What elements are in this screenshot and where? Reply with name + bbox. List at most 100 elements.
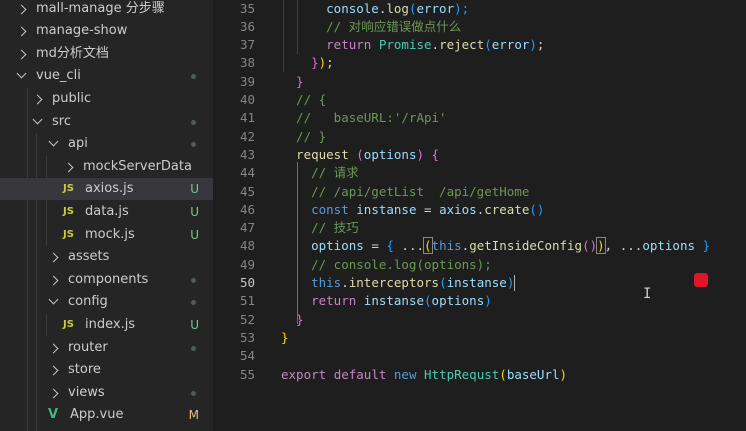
tree-item-label: assets [68, 249, 110, 265]
code-editor[interactable]: 35 36 37 38 39 40 41 42 43 44 45 46 47 48 49 50 51 52 53 54… [213, 0, 746, 431]
chevron-right-icon [48, 275, 59, 286]
code-line[interactable]: export default new HttpRequst(baseUrl) [281, 366, 567, 384]
code-line[interactable]: }); [281, 54, 334, 72]
code-token: ); [454, 0, 470, 16]
tree-folder-item[interactable]: src [0, 111, 213, 133]
tree-folder-item[interactable]: config [0, 291, 213, 313]
js-file-icon: JS [48, 427, 59, 431]
code-token: default [333, 366, 394, 382]
js-file-icon: JS [63, 318, 74, 330]
code-line[interactable]: this.interceptors(instanse) [281, 274, 514, 292]
untracked-badge: U [190, 317, 199, 332]
code-line[interactable]: } [281, 329, 289, 347]
tree-folder-item[interactable]: mockServerData [0, 156, 213, 178]
code-token: ) [506, 275, 515, 290]
code-line[interactable]: options = { ...(this.getInsideConfig()),… [281, 237, 710, 255]
chevron-right-icon [48, 365, 59, 376]
code-line[interactable]: // 请求 [281, 164, 359, 182]
code-token: = [416, 201, 440, 217]
code-line[interactable]: } [281, 73, 304, 91]
code-token: this [431, 238, 462, 254]
code-line[interactable]: return instanse(options) [281, 292, 492, 310]
code-token: ( [499, 366, 507, 382]
code-token: // 对响应错误做点什么 [281, 18, 462, 34]
tree-item-label: mockServerData [83, 158, 192, 174]
line-number: 43 [239, 146, 255, 162]
code-token: request [281, 146, 357, 162]
tree-folder-item[interactable]: public [0, 88, 213, 110]
chevron-right-icon [16, 49, 27, 60]
tree-item-label: api [68, 136, 88, 152]
tree-item-label: data.js [85, 203, 129, 219]
code-line[interactable]: // baseURL:'/rApi' [281, 109, 447, 127]
tree-item-label: App.vue [70, 407, 124, 423]
code-token: interceptors [348, 275, 440, 290]
change-dot-badge [191, 74, 196, 80]
chevron-right-icon [16, 4, 27, 14]
tree-folder-item[interactable]: vue_cli [0, 65, 213, 87]
tree-folder-item[interactable]: components [0, 269, 213, 291]
code-token: // baseURL:'/rApi' [281, 110, 447, 126]
code-line[interactable]: const instanse = axios.create() [281, 201, 544, 219]
tree-folder-item[interactable]: router [0, 337, 213, 359]
code-line[interactable]: // { [281, 91, 326, 109]
indent-guide [297, 0, 298, 54]
vue-file-icon: V [48, 407, 59, 423]
code-token: . [341, 275, 349, 290]
code-line[interactable]: request (options) { [281, 146, 439, 164]
code-line[interactable]: } [281, 311, 304, 329]
code-token: ( [484, 37, 492, 53]
chevron-down-icon [48, 136, 59, 147]
modified-badge: M [189, 427, 199, 431]
code-line[interactable]: // 对响应错误做点什么 [281, 18, 461, 36]
tree-folder-item[interactable]: api [0, 133, 213, 155]
code-token: Promise [378, 37, 432, 53]
code-token: } [281, 55, 319, 71]
tree-folder-item[interactable]: assets [0, 246, 213, 268]
code-line[interactable]: return Promise.reject(error); [281, 36, 544, 54]
code-line[interactable]: // } [281, 128, 326, 146]
code-token: ; [536, 37, 545, 53]
code-line[interactable]: // /api/getList /api/getHome [281, 183, 529, 201]
tree-folder-item[interactable]: md分析文档 [0, 43, 213, 65]
line-number: 50 [239, 275, 255, 290]
change-dot-badge [191, 277, 196, 283]
line-number: 37 [239, 37, 255, 53]
tree-item-label: src [52, 113, 71, 129]
code-line[interactable]: // 技巧 [281, 219, 359, 237]
code-line[interactable]: // console.log(options); [281, 256, 492, 274]
js-file-icon: JS [63, 228, 74, 240]
code-token: error [416, 0, 455, 16]
code-token: const [281, 201, 357, 217]
tree-file-item[interactable]: JS data.js U [0, 201, 213, 223]
tree-item-label: views [68, 384, 105, 400]
line-number: 54 [239, 348, 255, 364]
code-token: new [393, 366, 425, 382]
tree-file-item[interactable]: JS mock.js U [0, 224, 213, 246]
chevron-right-icon [48, 388, 59, 399]
code-token: // { [281, 92, 327, 107]
chevron-down-icon [32, 114, 43, 124]
tree-file-item[interactable]: JS main.js M [0, 427, 213, 431]
code-token: { [424, 146, 440, 162]
js-file-icon: JS [63, 205, 74, 217]
file-explorer: mall-manage 分步骤 manage-show md分析文档 vue_cli p… [0, 0, 213, 431]
code-token: options [281, 238, 364, 254]
tree-folder-item[interactable]: store [0, 359, 213, 381]
record-stop-icon[interactable] [694, 273, 708, 287]
line-number: 53 [239, 329, 255, 345]
text-cursor [514, 275, 516, 291]
change-dot-badge [191, 119, 196, 125]
tree-folder-item[interactable]: manage-show [0, 20, 213, 42]
code-token: // } [281, 128, 327, 144]
tree-file-item[interactable]: JS axios.js U [0, 178, 213, 201]
code-token: instanse [446, 275, 507, 290]
tree-folder-item[interactable]: mall-manage 分步骤 [0, 0, 213, 20]
tree-folder-item[interactable]: views [0, 382, 213, 404]
code-token: create [484, 201, 530, 217]
indent-guide [283, 0, 284, 72]
untracked-badge: U [190, 227, 199, 242]
tree-file-item[interactable]: JS index.js U [0, 314, 213, 336]
code-line[interactable]: console.log(error); [281, 0, 469, 18]
tree-file-item[interactable]: V App.vue M [0, 404, 213, 426]
